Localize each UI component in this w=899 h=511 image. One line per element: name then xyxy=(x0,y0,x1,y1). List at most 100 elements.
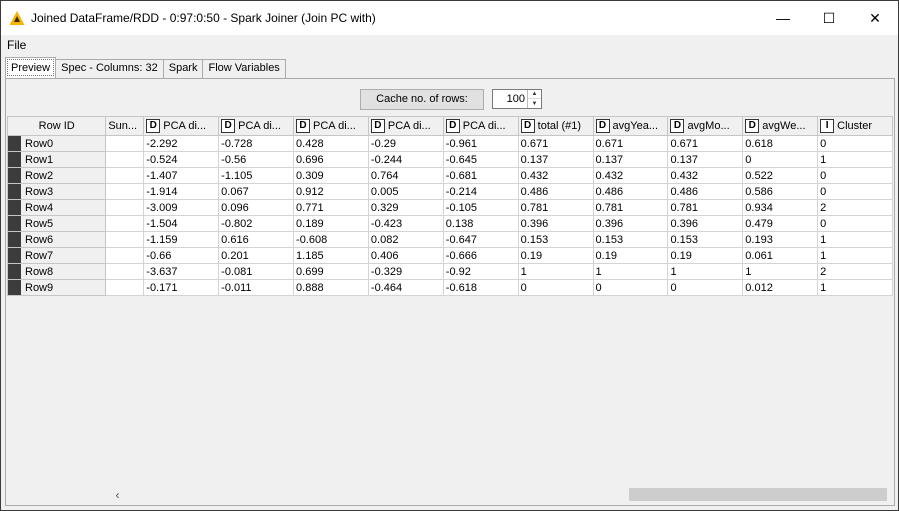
table-cell[interactable]: 0.522 xyxy=(742,167,819,184)
table-cell[interactable]: -2.292 xyxy=(143,135,220,152)
table-cell[interactable]: 0.781 xyxy=(667,199,744,216)
table-cell[interactable]: -0.423 xyxy=(367,215,444,232)
table-cell[interactable]: 0 xyxy=(817,183,893,200)
table-row[interactable]: Row9 -0.171 -0.011 0.888 -0.464 -0.618 0 0 0 0.01… xyxy=(7,279,893,296)
row-id-cell[interactable]: Row0 xyxy=(7,135,107,152)
scroll-track[interactable] xyxy=(126,486,887,503)
table-row[interactable]: Row3 -1.914 0.067 0.912 0.005 -0.214 0.486 0.48… xyxy=(7,183,893,200)
table-cell[interactable]: -0.618 xyxy=(442,279,519,296)
table-cell[interactable]: 0.137 xyxy=(592,151,669,168)
table-cell[interactable] xyxy=(105,215,145,232)
table-cell[interactable]: 0.479 xyxy=(742,215,819,232)
table-row[interactable]: Row7 -0.66 0.201 1.185 0.406 -0.666 0.19 0.19 0.… xyxy=(7,247,893,264)
table-cell[interactable]: 0.396 xyxy=(592,215,669,232)
table-cell[interactable]: 0.486 xyxy=(667,183,744,200)
table-cell[interactable]: -0.105 xyxy=(442,199,519,216)
table-cell[interactable] xyxy=(105,183,145,200)
table-cell[interactable]: 1 xyxy=(817,247,893,264)
row-id-cell[interactable]: Row1 xyxy=(7,151,107,168)
table-cell[interactable]: 0.201 xyxy=(218,247,295,264)
table-cell[interactable]: 0 xyxy=(742,151,819,168)
table-cell[interactable]: -0.92 xyxy=(442,263,519,280)
row-id-cell[interactable]: Row4 xyxy=(7,199,107,216)
table-cell[interactable]: 0 xyxy=(817,167,893,184)
table-cell[interactable]: -0.645 xyxy=(442,151,519,168)
table-row[interactable]: Row5 -1.504 -0.802 0.189 -0.423 0.138 0.396 0.3… xyxy=(7,215,893,232)
table-cell[interactable]: -0.56 xyxy=(218,151,295,168)
table-cell[interactable]: 0.912 xyxy=(293,183,369,200)
table-cell[interactable] xyxy=(105,199,145,216)
table-row[interactable]: Row1 -0.524 -0.56 0.696 -0.244 -0.645 0.137 0.1… xyxy=(7,151,893,168)
table-cell[interactable]: 0 xyxy=(817,135,893,152)
table-cell[interactable]: 0.586 xyxy=(742,183,819,200)
table-cell[interactable]: -0.244 xyxy=(367,151,444,168)
table-cell[interactable]: 0.428 xyxy=(293,135,369,152)
table-cell[interactable]: 0.781 xyxy=(592,199,669,216)
cache-rows-spinner[interactable]: 100 ▲ ▼ xyxy=(492,89,542,109)
table-cell[interactable] xyxy=(105,263,145,280)
table-row[interactable]: Row6 -1.159 0.616 -0.608 0.082 -0.647 0.153 0.1… xyxy=(7,231,893,248)
table-cell[interactable]: -0.464 xyxy=(367,279,444,296)
tab-preview[interactable]: Preview xyxy=(5,57,57,78)
table-cell[interactable]: 0.153 xyxy=(592,231,669,248)
table-row[interactable]: Row8 -3.637 -0.081 0.699 -0.329 -0.92 1 1 1 1 2 xyxy=(7,263,893,280)
table-cell[interactable]: 0.396 xyxy=(667,215,744,232)
table-cell[interactable]: 0.406 xyxy=(367,247,444,264)
table-cell[interactable]: 0.137 xyxy=(517,151,594,168)
column-header[interactable]: D PCA di... xyxy=(218,116,295,136)
table-cell[interactable]: 0.005 xyxy=(367,183,444,200)
table-cell[interactable]: 0.934 xyxy=(742,199,819,216)
column-header[interactable]: D PCA di... xyxy=(293,116,369,136)
table-cell[interactable]: -0.081 xyxy=(218,263,295,280)
table-cell[interactable]: 0.012 xyxy=(742,279,819,296)
table-cell[interactable]: 0 xyxy=(517,279,594,296)
row-id-cell[interactable]: Row2 xyxy=(7,167,107,184)
table-cell[interactable]: 0.067 xyxy=(218,183,295,200)
table-cell[interactable]: 0.309 xyxy=(293,167,369,184)
table-cell[interactable]: 0.19 xyxy=(517,247,594,264)
table-cell[interactable]: -0.524 xyxy=(143,151,220,168)
table-cell[interactable]: -3.009 xyxy=(143,199,220,216)
table-cell[interactable] xyxy=(105,247,145,264)
column-header[interactable]: Sun... xyxy=(105,116,145,136)
table-cell[interactable]: -0.171 xyxy=(143,279,220,296)
column-header[interactable]: DavgWe... xyxy=(742,116,819,136)
table-cell[interactable]: 0.138 xyxy=(442,215,519,232)
scroll-thumb[interactable] xyxy=(629,488,887,501)
tab-flow-variables[interactable]: Flow Variables xyxy=(202,59,286,78)
scroll-left-icon[interactable]: ‹ xyxy=(109,486,126,503)
table-cell[interactable] xyxy=(105,167,145,184)
table-cell[interactable]: 1 xyxy=(742,263,819,280)
table-cell[interactable]: -1.504 xyxy=(143,215,220,232)
table-cell[interactable] xyxy=(105,135,145,152)
table-cell[interactable]: -0.608 xyxy=(293,231,369,248)
table-row[interactable]: Row4 -3.009 0.096 0.771 0.329 -0.105 0.781 0.78… xyxy=(7,199,893,216)
tab-spark[interactable]: Spark xyxy=(162,59,204,78)
table-cell[interactable]: 0.153 xyxy=(667,231,744,248)
table-cell[interactable]: 0.616 xyxy=(218,231,295,248)
table-cell[interactable]: 2 xyxy=(817,199,893,216)
table-cell[interactable]: 1.185 xyxy=(293,247,369,264)
table-cell[interactable]: 0.771 xyxy=(293,199,369,216)
table-cell[interactable]: 1 xyxy=(817,151,893,168)
table-cell[interactable]: -1.105 xyxy=(218,167,295,184)
row-id-cell[interactable]: Row8 xyxy=(7,263,107,280)
table-cell[interactable]: 0.486 xyxy=(517,183,594,200)
horizontal-scrollbar[interactable]: ‹ › xyxy=(109,486,892,503)
column-header[interactable]: DavgYea... xyxy=(592,116,669,136)
table-cell[interactable]: 0.396 xyxy=(517,215,594,232)
table-cell[interactable]: 0.696 xyxy=(293,151,369,168)
close-button[interactable]: ✕ xyxy=(852,1,898,35)
table-cell[interactable]: -0.011 xyxy=(218,279,295,296)
table-cell[interactable]: 2 xyxy=(817,263,893,280)
table-cell[interactable]: 0.699 xyxy=(293,263,369,280)
title-bar[interactable]: Joined DataFrame/RDD - 0:97:0:50 - Spark… xyxy=(1,1,898,35)
table-cell[interactable]: -0.329 xyxy=(367,263,444,280)
column-header[interactable]: Dtotal (#1) xyxy=(517,116,594,136)
row-id-cell[interactable]: Row5 xyxy=(7,215,107,232)
table-cell[interactable]: 0.671 xyxy=(667,135,744,152)
table-cell[interactable]: 1 xyxy=(817,279,893,296)
maximize-button[interactable]: ☐ xyxy=(806,1,852,35)
column-header[interactable]: D PCA di... xyxy=(143,116,220,136)
column-header[interactable]: I Cluster xyxy=(817,116,893,136)
